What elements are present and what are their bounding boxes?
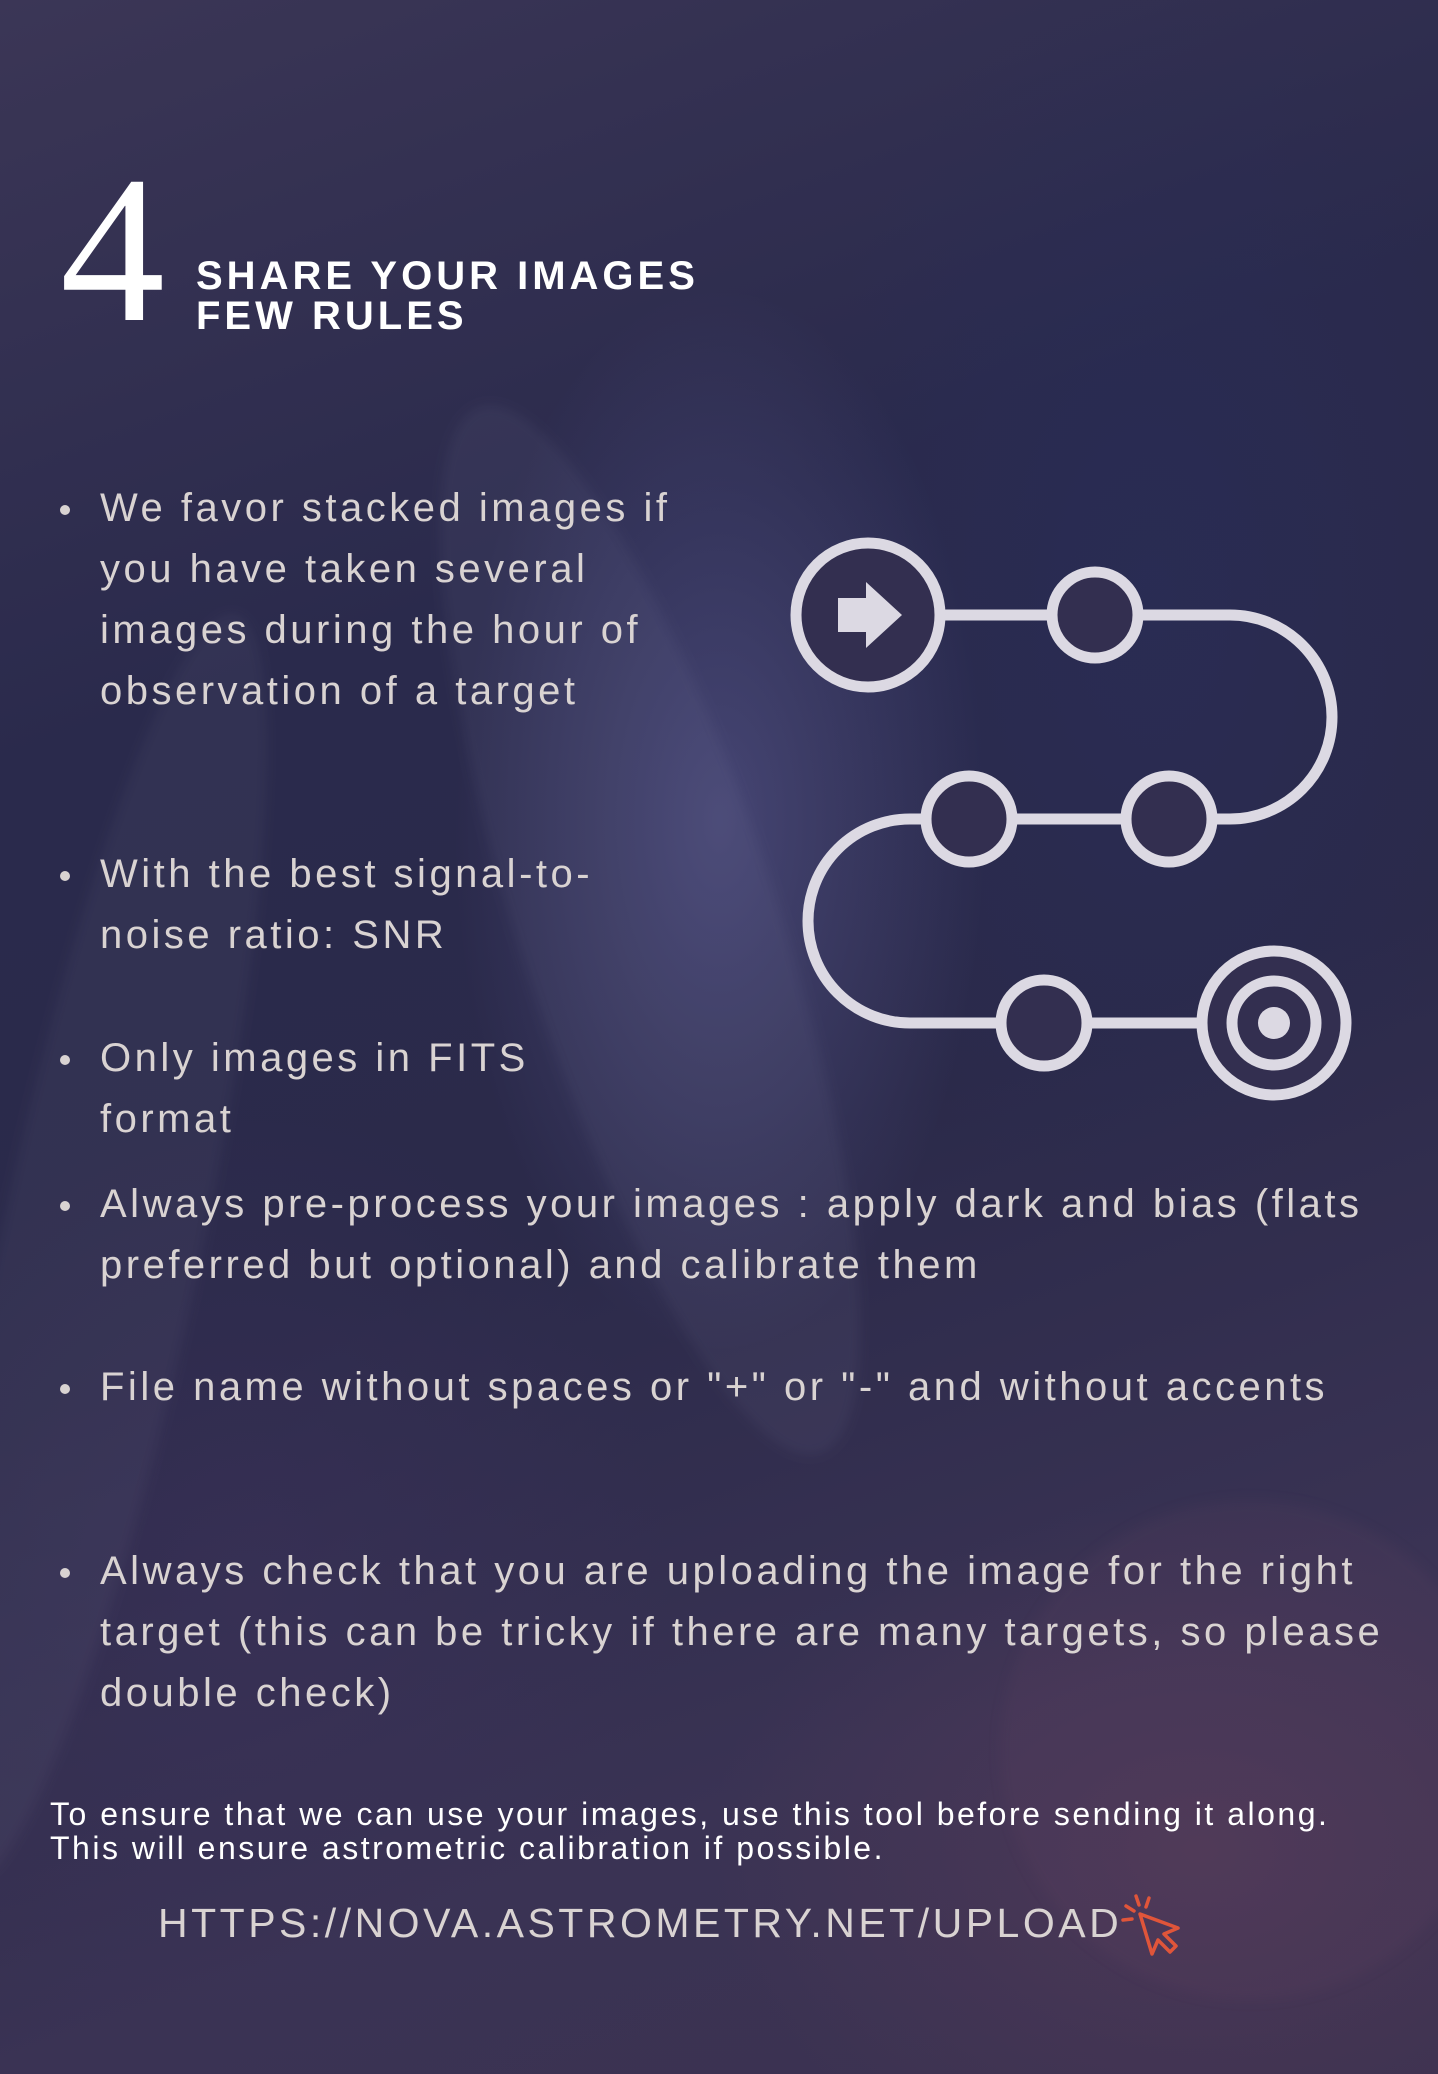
roadmap-path-icon xyxy=(790,537,1352,1101)
rule-text: With the best signal-to-noise ratio: SNR xyxy=(100,852,594,957)
rule-item: With the best signal-to-noise ratio: SNR xyxy=(60,844,700,966)
footer-note: To ensure that we can use your images, u… xyxy=(50,1796,1330,1866)
bullet-dot xyxy=(60,505,70,515)
rule-item: Only images in FITS format xyxy=(60,1028,660,1150)
click-cursor-icon xyxy=(1121,1894,1180,1956)
rule-text: Always check that you are uploading the … xyxy=(100,1549,1384,1715)
upload-link-row[interactable]: HTTPS://NOVA.ASTROMETRY.NET/UPLOAD xyxy=(158,1893,1186,1956)
rule-text: We favor stacked images if you have take… xyxy=(100,486,671,713)
rule-text: Only images in FITS format xyxy=(100,1036,529,1141)
target-icon xyxy=(1258,1007,1290,1039)
waypoint xyxy=(1120,770,1218,868)
rule-item: File name without spaces or "+" or "-" a… xyxy=(60,1357,1390,1418)
rule-text: File name without spaces or "+" or "-" a… xyxy=(100,1365,1329,1409)
rule-text: Always pre-process your images : apply d… xyxy=(100,1182,1363,1287)
bullet-dot xyxy=(60,1568,70,1578)
bullet-dot xyxy=(60,871,70,881)
bullet-dot xyxy=(60,1201,70,1211)
rule-item: Always pre-process your images : apply d… xyxy=(60,1174,1390,1296)
waypoint xyxy=(920,770,1018,868)
upload-link[interactable]: HTTPS://NOVA.ASTROMETRY.NET/UPLOAD xyxy=(158,1900,1122,1947)
bullet-dot xyxy=(60,1055,70,1065)
rule-item: We favor stacked images if you have take… xyxy=(60,478,740,722)
rule-item: Always check that you are uploading the … xyxy=(60,1541,1390,1724)
waypoint xyxy=(995,974,1093,1072)
waypoint xyxy=(1046,566,1144,664)
bullet-dot xyxy=(60,1384,70,1394)
